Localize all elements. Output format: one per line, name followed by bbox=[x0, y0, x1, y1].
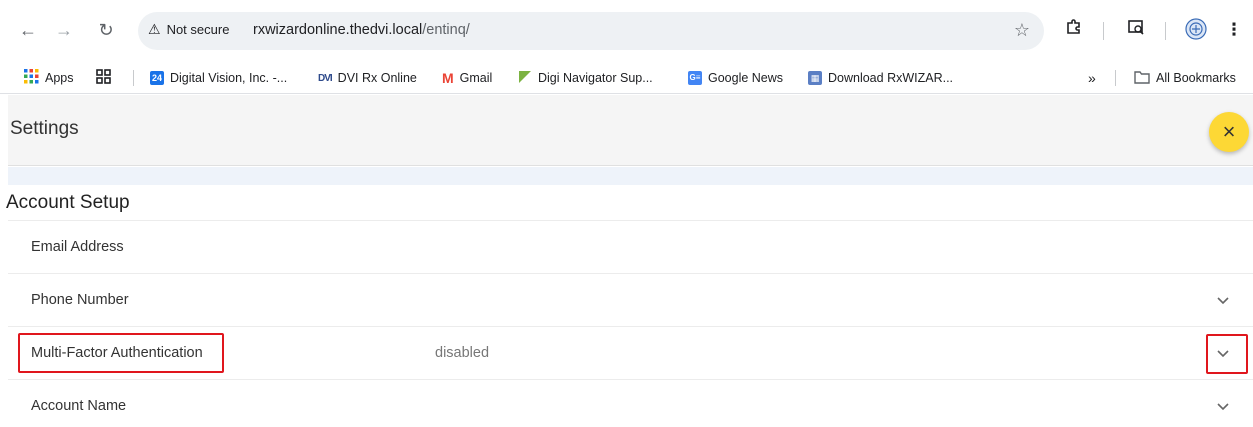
rxwizard-icon: ▦ bbox=[808, 71, 822, 85]
close-icon: × bbox=[1222, 119, 1236, 144]
settings-header: Settings × bbox=[8, 95, 1253, 166]
calendar-24-icon: 24 bbox=[150, 71, 164, 85]
bookmark-digital-vision[interactable]: 24 Digital Vision, Inc. -... bbox=[150, 68, 287, 88]
toolbar-divider bbox=[1103, 22, 1104, 40]
chevron-down-icon[interactable] bbox=[1213, 290, 1233, 310]
setting-row-phone-number[interactable]: Phone Number bbox=[8, 273, 1253, 326]
bookmark-google-news[interactable]: G≡ Google News bbox=[688, 68, 783, 88]
dvi-logo-icon: DVI bbox=[318, 72, 333, 84]
extensions-puzzle-icon[interactable] bbox=[1062, 18, 1086, 43]
url-path: /entinq/ bbox=[422, 22, 470, 38]
google-news-icon: G≡ bbox=[688, 71, 702, 85]
bookmark-all-bookmarks[interactable]: All Bookmarks bbox=[1134, 68, 1236, 88]
row-label: Phone Number bbox=[31, 292, 129, 308]
security-label: Not secure bbox=[166, 22, 230, 37]
chevron-down-icon[interactable] bbox=[1213, 396, 1233, 416]
address-bar[interactable]: ⚠ Not secure rxwizardonline.thedvi.local… bbox=[138, 12, 1044, 50]
bookmark-tab-groups[interactable] bbox=[96, 68, 111, 88]
highlight-mfa-label bbox=[18, 333, 224, 373]
browser-toolbar: ← → ↻ ⚠ Not secure rxwizardonline.thedvi… bbox=[0, 0, 1253, 62]
security-indicator[interactable]: ⚠ Not secure bbox=[148, 21, 229, 38]
green-flag-icon bbox=[518, 70, 532, 87]
bookmark-dvi-rx-online[interactable]: DVI DVI Rx Online bbox=[318, 68, 417, 88]
gmail-icon: M bbox=[442, 70, 454, 86]
tab-groups-icon bbox=[96, 69, 111, 87]
toolbar-divider bbox=[1165, 22, 1166, 40]
row-label: Account Name bbox=[31, 398, 127, 414]
bookmarks-divider bbox=[1115, 70, 1116, 86]
warning-triangle-icon: ⚠ bbox=[148, 21, 161, 37]
row-label: Email Address bbox=[31, 239, 124, 255]
bookmarks-divider bbox=[133, 70, 134, 86]
forward-arrow-icon[interactable]: → bbox=[52, 18, 76, 42]
header-band bbox=[8, 167, 1253, 185]
mfa-status-value: disabled bbox=[435, 345, 490, 361]
page-title: Settings bbox=[10, 118, 79, 139]
bookmarks-bar: Apps 24 Digital Vision, Inc. -... DVI DV… bbox=[0, 62, 1253, 94]
profile-avatar-icon[interactable] bbox=[1184, 18, 1208, 47]
apps-grid-icon bbox=[24, 69, 39, 87]
bookmark-download-rxwizard[interactable]: ▦ Download RxWIZAR... bbox=[808, 68, 953, 88]
bookmark-apps[interactable]: Apps bbox=[24, 68, 74, 88]
setting-row-account-name[interactable]: Account Name bbox=[8, 379, 1253, 427]
bookmarks-overflow-icon[interactable]: » bbox=[1088, 68, 1096, 88]
reload-icon[interactable]: ↻ bbox=[94, 18, 118, 42]
url-text[interactable]: rxwizardonline.thedvi.local/entinq/ bbox=[253, 22, 470, 38]
back-arrow-icon[interactable]: ← bbox=[16, 18, 40, 42]
bookmark-star-icon[interactable]: ☆ bbox=[1014, 20, 1030, 41]
highlight-mfa-chevron bbox=[1206, 334, 1248, 374]
close-button[interactable]: × bbox=[1209, 112, 1249, 152]
bookmark-digi-navigator[interactable]: Digi Navigator Sup... bbox=[518, 68, 653, 88]
folder-icon bbox=[1134, 70, 1150, 87]
url-host: rxwizardonline.thedvi.local bbox=[253, 22, 423, 38]
bookmark-gmail[interactable]: M Gmail bbox=[442, 68, 492, 88]
reading-mode-icon[interactable] bbox=[1124, 18, 1148, 43]
section-title: Account Setup bbox=[6, 192, 130, 213]
kebab-menu-icon[interactable]: ⋮ bbox=[1222, 18, 1246, 42]
setting-row-email-address[interactable]: Email Address bbox=[8, 220, 1253, 273]
